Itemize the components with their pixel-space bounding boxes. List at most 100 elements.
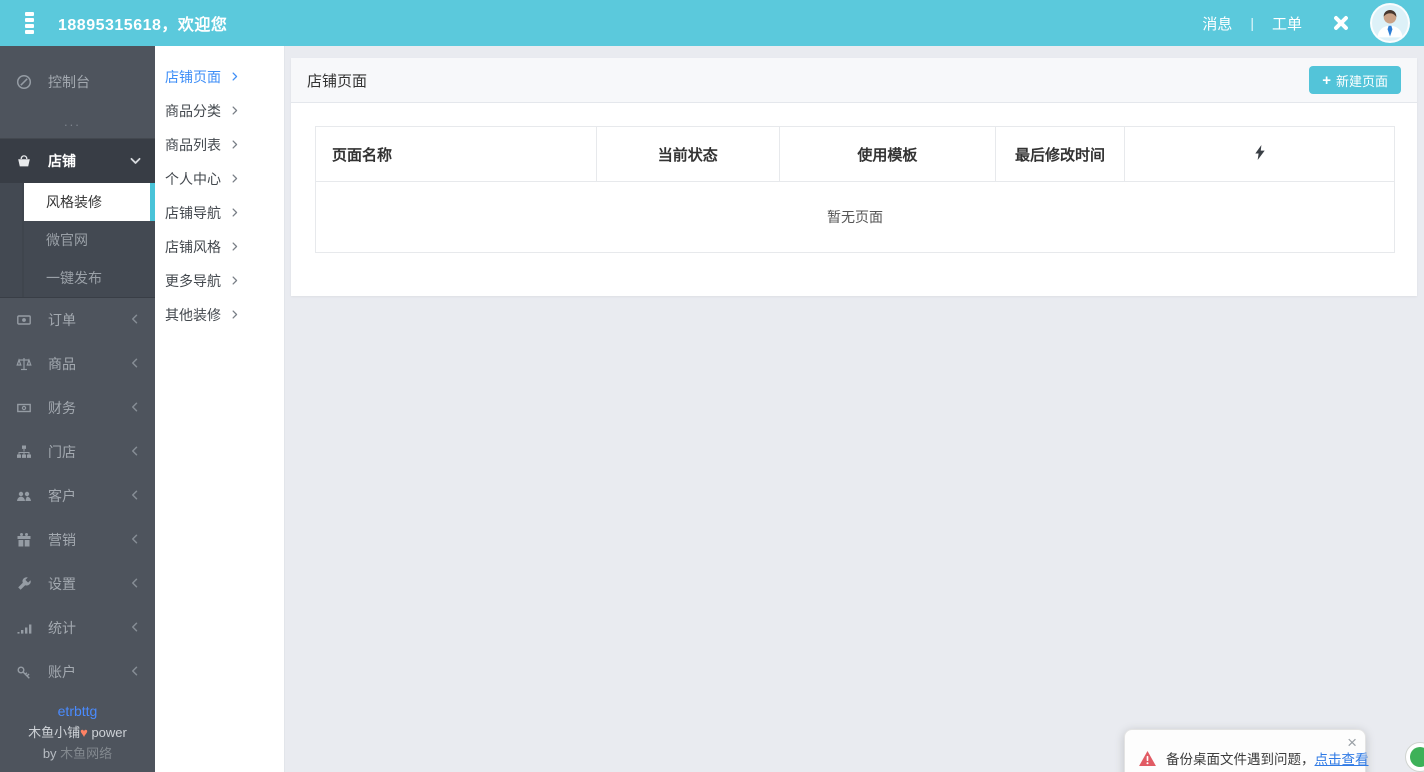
chevron-left-icon	[129, 621, 143, 635]
page-title: 店铺页面	[307, 72, 368, 90]
subnav-item-shop-navigation[interactable]: 店铺导航	[155, 196, 284, 230]
col-actions	[1124, 126, 1395, 182]
toast-message-text: 备份桌面文件遇到问题，	[1166, 752, 1315, 767]
new-page-button-label: 新建页面	[1335, 73, 1388, 89]
money-icon	[16, 400, 34, 416]
warning-triangle-icon	[1139, 750, 1156, 766]
sidebar-item-settings[interactable]: 设置	[0, 562, 155, 606]
subnav-label: 商品列表	[165, 137, 221, 153]
sidebar-subitem-style-decor[interactable]: 风格装修	[22, 183, 155, 221]
table-empty-row: 暂无页面	[315, 181, 1395, 253]
chevron-right-icon	[229, 241, 241, 253]
backup-warning-toast: × 备份桌面文件遇到问题，点击查看	[1124, 729, 1369, 772]
chevron-left-icon	[129, 401, 143, 415]
chevron-left-icon	[129, 533, 143, 547]
chevron-right-icon	[229, 207, 241, 219]
shop-pages-card: 店铺页面 + 新建页面 页面名称 当前状态 使用模板 最后修改时间 暂无页面	[291, 58, 1417, 296]
col-page-name: 页面名称	[315, 126, 597, 182]
col-current-status: 当前状态	[595, 126, 780, 182]
gift-icon	[16, 532, 34, 548]
subnav-item-shop-style[interactable]: 店铺风格	[155, 230, 284, 264]
bar-chart-icon	[16, 620, 34, 636]
sidebar-item-label: 统计	[48, 620, 76, 636]
subnav-label: 店铺导航	[165, 205, 221, 221]
secondary-sidebar: 店铺页面 商品分类 商品列表 个人中心 店铺导航 店铺风格 更多导航 其他装修	[155, 46, 285, 772]
sidebar-subitem-one-click-publish[interactable]: 一键发布	[22, 259, 155, 297]
primary-sidebar: 控制台 ... 店铺 风格装修 微官网 一键发布 订单 商品 财务 门店 客户 …	[0, 46, 155, 772]
toast-message: 备份桌面文件遇到问题，点击查看	[1166, 748, 1369, 768]
welcome-text: 18895315618，欢迎您	[58, 17, 228, 34]
toast-view-link[interactable]: 点击查看	[1315, 752, 1369, 767]
sidebar-item-label: 账户	[48, 664, 76, 680]
avatar-person-icon	[1372, 5, 1408, 41]
col-last-modified: 最后修改时间	[994, 126, 1126, 182]
chevron-left-icon	[129, 665, 143, 679]
subnav-label: 更多导航	[165, 273, 221, 289]
sidebar-item-label: 店铺	[48, 153, 76, 169]
sidebar-item-console[interactable]: 控制台	[0, 60, 155, 104]
messages-link[interactable]: 消息	[1202, 13, 1232, 34]
brand-name: 木鱼小铺	[28, 725, 81, 740]
shop-name-link[interactable]: etrbttg	[0, 701, 155, 722]
new-page-button[interactable]: + 新建页面	[1309, 66, 1401, 94]
company-line: by 木鱼网络	[0, 743, 155, 764]
sidebar-item-label: 订单	[48, 312, 76, 328]
sidebar-item-label: 设置	[48, 576, 76, 592]
header-divider: |	[1250, 15, 1254, 31]
sidebar-item-orders[interactable]: 订单	[0, 298, 155, 342]
menu-bars-icon	[24, 12, 34, 34]
subnav-item-product-categories[interactable]: 商品分类	[155, 94, 284, 128]
basket-icon	[16, 153, 34, 169]
pages-table: 页面名称 当前状态 使用模板 最后修改时间 暂无页面	[315, 126, 1395, 253]
sidebar-item-customers[interactable]: 客户	[0, 474, 155, 518]
chevron-left-icon	[129, 577, 143, 591]
sidebar-collapsed-item[interactable]: ...	[0, 104, 155, 138]
sidebar-item-label: 营销	[48, 532, 76, 548]
empty-state-text: 暂无页面	[315, 181, 1395, 253]
chevron-right-icon	[229, 105, 241, 117]
chevron-right-icon	[229, 309, 241, 321]
sidebar-item-label: 控制台	[48, 74, 90, 90]
chevron-down-icon	[129, 154, 143, 168]
by-text: by	[42, 746, 61, 761]
chevron-right-icon	[229, 173, 241, 185]
close-icon[interactable]: ×	[1347, 734, 1357, 751]
chevron-right-icon	[229, 275, 241, 287]
card-body: 页面名称 当前状态 使用模板 最后修改时间 暂无页面	[291, 103, 1417, 296]
subnav-label: 店铺页面	[165, 69, 221, 85]
dashboard-icon	[16, 74, 34, 90]
sidebar-item-shop[interactable]: 店铺	[0, 139, 155, 183]
subnav-item-personal-center[interactable]: 个人中心	[155, 162, 284, 196]
user-avatar[interactable]	[1370, 3, 1410, 43]
subnav-item-more-navigation[interactable]: 更多导航	[155, 264, 284, 298]
bill-icon	[16, 312, 34, 328]
subnav-item-other-decor[interactable]: 其他装修	[155, 298, 284, 332]
subnav-item-product-list[interactable]: 商品列表	[155, 128, 284, 162]
sidebar-item-finance[interactable]: 财务	[0, 386, 155, 430]
tools-icon[interactable]	[1330, 12, 1352, 34]
powered-by-line: 木鱼小铺♥ power	[0, 722, 155, 743]
table-header-row: 页面名称 当前状态 使用模板 最后修改时间	[315, 126, 1395, 182]
sidebar-item-statistics[interactable]: 统计	[0, 606, 155, 650]
power-text: power	[87, 725, 127, 740]
chevron-left-icon	[129, 357, 143, 371]
workorders-link[interactable]: 工单	[1272, 13, 1302, 34]
sidebar-toggle-icon[interactable]	[0, 12, 58, 34]
chevron-right-icon	[229, 139, 241, 151]
sidebar-footer: etrbttg 木鱼小铺♥ power by 木鱼网络	[0, 701, 155, 764]
subnav-label: 店铺风格	[165, 239, 221, 255]
main-content-area: 店铺页面 + 新建页面 页面名称 当前状态 使用模板 最后修改时间 暂无页面	[286, 46, 1424, 772]
subnav-label: 个人中心	[165, 171, 221, 187]
sidebar-item-label: 商品	[48, 356, 76, 372]
sidebar-subitem-micro-site[interactable]: 微官网	[22, 221, 155, 259]
sidebar-item-products[interactable]: 商品	[0, 342, 155, 386]
sidebar-item-marketing[interactable]: 营销	[0, 518, 155, 562]
subnav-item-shop-pages[interactable]: 店铺页面	[155, 60, 284, 94]
heart-icon: ♥	[80, 725, 88, 740]
sidebar-item-stores[interactable]: 门店	[0, 430, 155, 474]
chevron-right-icon	[229, 71, 241, 83]
wrench-icon	[16, 576, 34, 592]
col-template-used: 使用模板	[778, 126, 996, 182]
subnav-label: 其他装修	[165, 307, 221, 323]
sidebar-item-account[interactable]: 账户	[0, 650, 155, 694]
